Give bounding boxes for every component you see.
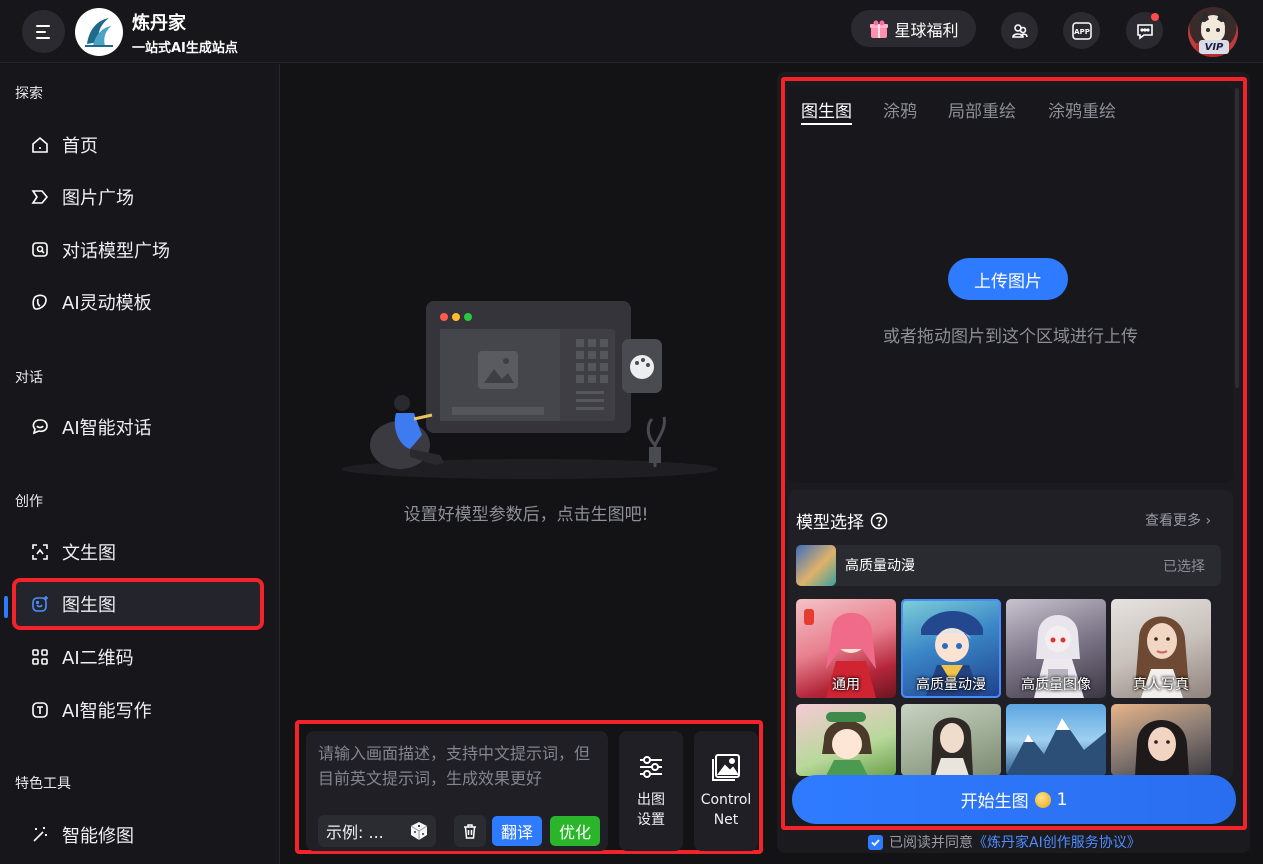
example-prompt-button[interactable]: 示例: ... [318, 815, 436, 847]
vip-badge: VIP [1199, 40, 1229, 54]
sidebar-item-ai-template[interactable]: AI灵动模板 [14, 278, 262, 326]
sliders-icon [640, 756, 662, 778]
image-frame-icon [712, 754, 740, 781]
sidebar-item-label: AI智能对话 [62, 418, 152, 439]
message-icon [1136, 23, 1153, 40]
controlnet-label-line-2: Net [713, 812, 739, 828]
gift-icon [870, 20, 889, 38]
tag-icon [30, 187, 50, 207]
sidebar-item-ai-chat[interactable]: AI智能对话 [14, 403, 262, 451]
output-settings-label-line-1: 出图 [637, 792, 665, 808]
section-title-explore: 探索 [15, 86, 43, 102]
app-icon: APP [1071, 21, 1092, 40]
active-indicator [4, 596, 8, 618]
image-to-image-icon [30, 594, 50, 614]
prompt-panel: 示例: ... 翻译 优化 出图 设置 [295, 720, 763, 854]
empty-state-illustration [342, 301, 718, 479]
top-header: 炼丹家 一站式AI生成站点 星球福利 APP VIP [0, 0, 1263, 63]
home-icon [30, 135, 50, 155]
menu-icon [35, 24, 50, 39]
app-icon-label: APP [1074, 28, 1090, 36]
writing-icon [30, 700, 50, 720]
section-title-chat: 对话 [15, 370, 43, 386]
chat-search-icon [30, 240, 50, 260]
brand-name: 炼丹家 [132, 13, 186, 34]
trash-icon [464, 824, 476, 839]
section-title-create: 创作 [15, 494, 43, 510]
output-settings-button[interactable]: 出图 设置 [619, 731, 683, 851]
agreement-text: 已阅读并同意 [889, 835, 973, 851]
dice-icon [410, 822, 428, 840]
sidebar-item-label: 对话模型广场 [62, 241, 170, 262]
sidebar-item-label: AI智能写作 [62, 701, 152, 722]
brand-logo[interactable] [75, 8, 123, 56]
app-download-button[interactable]: APP [1063, 12, 1100, 49]
sidebar-item-ai-writing[interactable]: AI智能写作 [14, 686, 262, 734]
logo-icon [85, 18, 113, 47]
text-to-image-icon [30, 542, 50, 562]
right-panel-highlight-frame [781, 77, 1247, 830]
menu-toggle-button[interactable] [22, 10, 65, 53]
welfare-label: 星球福利 [894, 20, 959, 40]
optimize-button[interactable]: 优化 [550, 816, 600, 846]
users-icon [1011, 23, 1028, 38]
qrcode-icon [30, 647, 50, 667]
output-settings-label-line-2: 设置 [637, 812, 665, 828]
sidebar-item-image-to-image[interactable]: 图生图 [12, 578, 264, 630]
prompt-box: 示例: ... 翻译 优化 [306, 731, 608, 851]
sidebar-item-chat-model-plaza[interactable]: 对话模型广场 [14, 226, 262, 274]
controlnet-label: Control Net [701, 790, 752, 830]
community-button[interactable] [1001, 12, 1038, 49]
clear-prompt-button[interactable] [454, 815, 486, 847]
sidebar-item-label: 首页 [62, 136, 98, 157]
template-icon [30, 292, 50, 312]
empty-state-text: 设置好模型参数后，点击生图吧! [403, 505, 649, 525]
agreement-link[interactable]: 《炼丹家AI创作服务协议》 [973, 832, 1141, 852]
planet-welfare-button[interactable]: 星球福利 [851, 10, 976, 47]
brand-subtitle: 一站式AI生成站点 [132, 41, 238, 56]
sidebar-item-home[interactable]: 首页 [14, 121, 262, 169]
sidebar-item-label: 图生图 [62, 595, 116, 616]
messages-button[interactable] [1126, 12, 1163, 49]
sidebar-item-label: 图片广场 [62, 188, 134, 209]
agreement-checkbox[interactable] [868, 834, 883, 850]
sidebar-item-text-to-image[interactable]: 文生图 [14, 528, 262, 576]
controlnet-label-line-1: Control [700, 792, 752, 808]
sidebar-item-label: AI灵动模板 [62, 293, 152, 314]
sidebar-item-image-plaza[interactable]: 图片广场 [14, 173, 262, 221]
controlnet-button[interactable]: Control Net [694, 731, 758, 851]
example-label: 示例: ... [326, 823, 384, 842]
translate-button[interactable]: 翻译 [492, 816, 542, 846]
notification-dot [1151, 13, 1159, 21]
sidebar-item-label: AI二维码 [62, 648, 134, 669]
sidebar-item-ai-qrcode[interactable]: AI二维码 [14, 633, 262, 681]
sidebar-item-smart-retouch[interactable]: 智能修图 [14, 811, 262, 859]
sidebar-item-label: 文生图 [62, 543, 116, 564]
output-settings-label: 出图 设置 [637, 790, 665, 830]
magic-wand-icon [30, 825, 50, 845]
checkmark-icon [871, 838, 880, 846]
agreement-row: 已阅读并同意 《炼丹家AI创作服务协议》 [868, 832, 1141, 852]
chat-bubble-icon [30, 417, 50, 437]
prompt-input[interactable] [318, 741, 598, 801]
sidebar-item-label: 智能修图 [62, 826, 134, 847]
section-title-special-tools: 特色工具 [15, 776, 71, 792]
